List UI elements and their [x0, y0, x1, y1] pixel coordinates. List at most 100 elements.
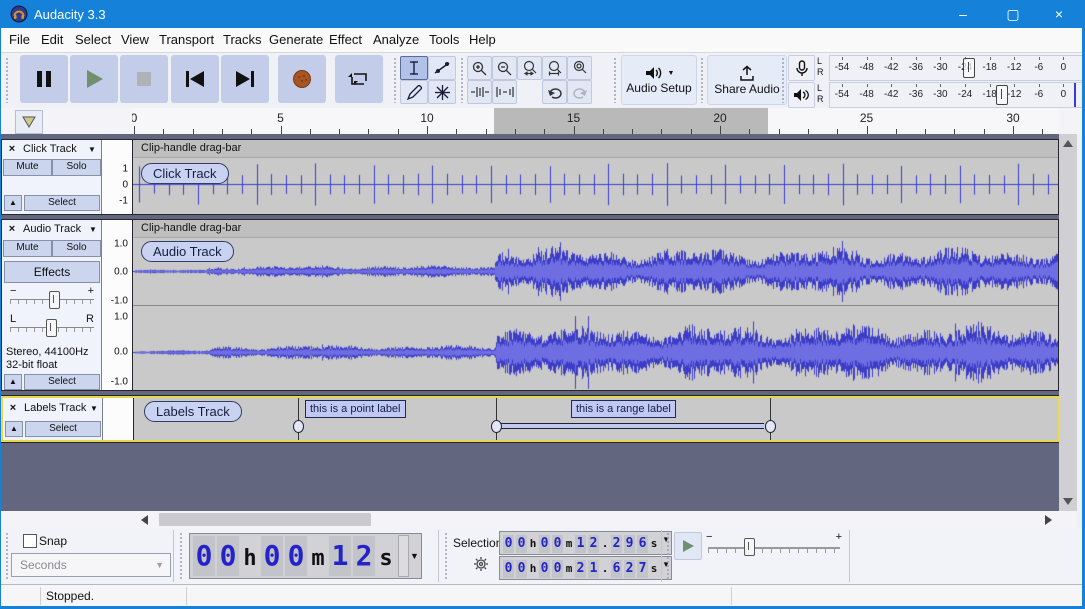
- selection-grip[interactable]: [444, 532, 449, 580]
- time-digit[interactable]: 6: [637, 535, 648, 553]
- audio-clip-handle[interactable]: Clip-handle drag-bar: [133, 220, 1058, 238]
- labels-track-name[interactable]: Labels Track: [24, 402, 86, 414]
- time-digit[interactable]: 0: [217, 536, 239, 576]
- share-audio-grip[interactable]: [700, 57, 705, 103]
- scroll-left-arrow-icon[interactable]: [141, 515, 148, 525]
- time-digit[interactable]: 0: [516, 535, 527, 553]
- time-digit[interactable]: 0: [552, 560, 563, 578]
- label-handle[interactable]: [765, 420, 776, 433]
- scroll-up-arrow-icon[interactable]: [1063, 140, 1073, 147]
- vertical-scrollbar[interactable]: [1059, 134, 1077, 511]
- audio-position-digits[interactable]: 00h00m12s: [192, 536, 396, 576]
- audio-track-mute-button[interactable]: Mute: [3, 240, 52, 257]
- audio-track-content[interactable]: Clip-handle drag-bar Audio Track: [133, 220, 1058, 390]
- audio-waveform-left[interactable]: [133, 237, 1058, 305]
- audio-setup-grip[interactable]: [613, 57, 618, 103]
- audio-track-vruler[interactable]: 1.0 0.0 -1.0 1.0 0.0 -1.0: [102, 220, 133, 390]
- label-handle[interactable]: [491, 420, 502, 433]
- play-speed-slider[interactable]: − +: [706, 533, 842, 559]
- menu-view[interactable]: View: [121, 32, 149, 47]
- labels-track-close-button[interactable]: ×: [6, 401, 20, 415]
- selection-tool-button[interactable]: [400, 56, 428, 80]
- time-display-spinner[interactable]: [398, 535, 409, 577]
- labels-track-menu-caret-icon[interactable]: ▼: [90, 404, 98, 413]
- time-digit[interactable]: .: [601, 562, 609, 575]
- zoom-selection-button[interactable]: [517, 56, 542, 80]
- audio-track-title-pill[interactable]: Audio Track: [141, 241, 234, 262]
- time-digit[interactable]: 0: [503, 535, 514, 553]
- range-label[interactable]: this is a range label: [571, 400, 676, 418]
- menu-transport[interactable]: Transport: [159, 32, 214, 47]
- recording-meter[interactable]: -54-48-42-36-30-24-18-12-60: [829, 55, 1083, 81]
- menu-help[interactable]: Help: [469, 32, 496, 47]
- audio-waveform-right[interactable]: [133, 306, 1058, 390]
- pause-button[interactable]: [20, 55, 68, 103]
- menu-select[interactable]: Select: [75, 32, 111, 47]
- click-clip-handle[interactable]: Clip-handle drag-bar: [133, 140, 1058, 158]
- time-digit[interactable]: 2: [588, 535, 599, 553]
- redo-button[interactable]: [567, 80, 592, 104]
- audio-track-close-button[interactable]: ×: [5, 222, 19, 236]
- play-speed-grip[interactable]: [666, 532, 671, 580]
- click-track-collapse-button[interactable]: ▲: [4, 195, 22, 211]
- menu-tools[interactable]: Tools: [429, 32, 459, 47]
- time-digit[interactable]: 1: [588, 560, 599, 578]
- audio-setup-button[interactable]: ▼ Audio Setup: [621, 55, 697, 105]
- time-digit[interactable]: 6: [611, 560, 622, 578]
- audio-position-display[interactable]: 00h00m12s ▼: [189, 533, 422, 579]
- meter-slider-handle[interactable]: [996, 85, 1008, 105]
- click-track-mute-button[interactable]: Mute: [3, 159, 52, 176]
- audio-track-effects-button[interactable]: Effects: [4, 261, 100, 283]
- tools-grip[interactable]: [393, 57, 398, 103]
- time-digit[interactable]: 0: [261, 536, 283, 576]
- meter-slider-handle[interactable]: [963, 58, 975, 78]
- time-digit[interactable]: 0: [552, 535, 563, 553]
- time-digit[interactable]: 2: [624, 560, 635, 578]
- undo-button[interactable]: [542, 80, 567, 104]
- snap-grip[interactable]: [5, 532, 10, 580]
- time-digit[interactable]: 2: [611, 535, 622, 553]
- pan-slider[interactable]: L R: [8, 314, 96, 340]
- time-digit[interactable]: 0: [516, 560, 527, 578]
- record-meter-button[interactable]: [788, 55, 815, 81]
- time-digit[interactable]: 0: [193, 536, 215, 576]
- close-button[interactable]: ×: [1035, 0, 1083, 28]
- play-meter-button[interactable]: [788, 82, 815, 108]
- click-track-select-button[interactable]: Select: [24, 195, 100, 211]
- click-track-close-button[interactable]: ×: [5, 142, 19, 156]
- zoom-out-button[interactable]: [492, 56, 517, 80]
- audio-track-solo-button[interactable]: Solo: [52, 240, 101, 257]
- stop-button[interactable]: [120, 55, 168, 103]
- selection-start-field[interactable]: 00h00m12.296s▼: [499, 531, 672, 555]
- trim-audio-button[interactable]: [467, 80, 492, 104]
- audio-track-name[interactable]: Audio Track: [23, 223, 81, 235]
- time-digit[interactable]: 0: [539, 535, 550, 553]
- audio-track-collapse-button[interactable]: ▲: [4, 374, 22, 390]
- loop-button[interactable]: [335, 55, 383, 103]
- gain-slider-thumb[interactable]: [49, 291, 60, 309]
- labels-track-collapse-button[interactable]: ▲: [5, 421, 23, 437]
- draw-tool-button[interactable]: [400, 80, 428, 104]
- time-digit[interactable]: .: [601, 537, 609, 550]
- share-audio-button[interactable]: Share Audio: [707, 55, 787, 105]
- labels-track-title-pill[interactable]: Labels Track: [144, 401, 242, 422]
- meters-grip[interactable]: [781, 57, 786, 103]
- timeline-options-button[interactable]: [15, 110, 43, 134]
- pan-slider-thumb[interactable]: [46, 319, 57, 337]
- click-track-content[interactable]: Clip-handle drag-bar Click Track: [133, 140, 1058, 214]
- time-digit[interactable]: 9: [624, 535, 635, 553]
- envelope-tool-button[interactable]: [428, 56, 456, 80]
- maximize-button[interactable]: ▢: [989, 0, 1037, 28]
- click-track-waveform[interactable]: [133, 157, 1058, 214]
- menu-effect[interactable]: Effect: [329, 32, 362, 47]
- time-digit[interactable]: 1: [575, 535, 586, 553]
- multi-tool-button[interactable]: [428, 80, 456, 104]
- audio-track-select-button[interactable]: Select: [24, 374, 100, 390]
- minimize-button[interactable]: –: [939, 0, 987, 28]
- play-at-speed-button[interactable]: [674, 532, 702, 560]
- click-track-title-pill[interactable]: Click Track: [141, 163, 229, 184]
- labels-track-select-button[interactable]: Select: [25, 421, 101, 437]
- playback-meter[interactable]: -54-48-42-36-30-24-18-12-60: [829, 82, 1083, 108]
- zoom-toggle-button[interactable]: [567, 56, 592, 80]
- time-digit[interactable]: 0: [503, 560, 514, 578]
